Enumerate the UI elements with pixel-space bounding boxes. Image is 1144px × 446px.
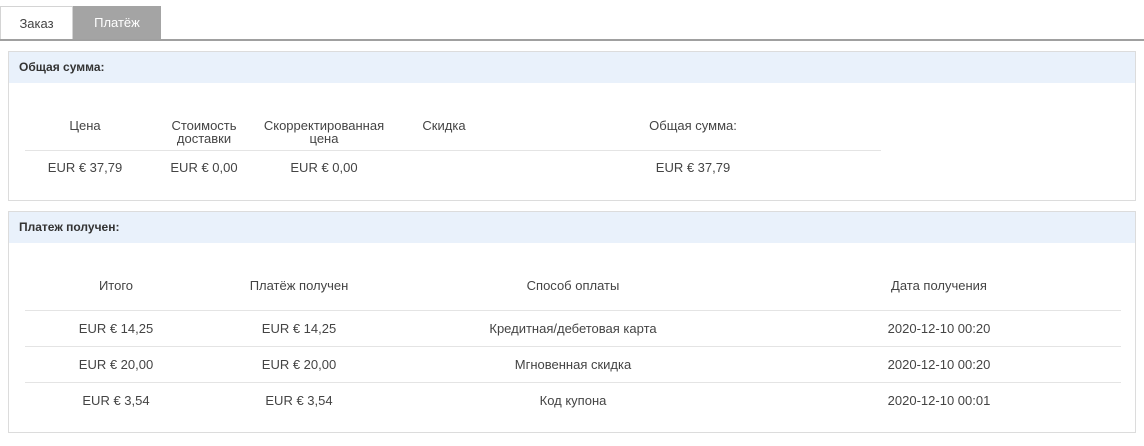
header-subtotal: Итого [98, 278, 134, 293]
row-divider [25, 346, 1121, 347]
cell-payment-received: EUR € 20,00 [261, 357, 337, 372]
row-divider [25, 310, 1121, 311]
row-divider [25, 150, 881, 151]
panel-title: Платеж получен: [9, 212, 1135, 243]
cell-date-received: 2020-12-10 00:20 [887, 321, 991, 336]
payment-received-panel: Платеж получен: Итого Платёж получен Спо… [8, 211, 1136, 433]
header-shipping: Стоимость доставки [171, 118, 237, 146]
header-discount: Скидка [422, 118, 466, 133]
row-divider [25, 382, 1121, 383]
value-shipping: EUR € 0,00 [170, 160, 238, 175]
cell-subtotal: EUR € 3,54 [82, 393, 150, 408]
panel-title: Общая сумма: [9, 52, 1135, 83]
header-date-received: Дата получения [891, 278, 987, 293]
value-adjusted-price: EUR € 0,00 [290, 160, 358, 175]
tab-bar: Заказ Платёж [0, 0, 1144, 41]
cell-subtotal: EUR € 20,00 [78, 357, 154, 372]
cell-payment-method: Кредитная/дебетовая карта [489, 321, 657, 336]
header-payment-method: Способ оплаты [526, 278, 620, 293]
cell-date-received: 2020-12-10 00:01 [887, 393, 991, 408]
value-total: EUR € 37,79 [655, 160, 731, 175]
cell-date-received: 2020-12-10 00:20 [887, 357, 991, 372]
cell-payment-received: EUR € 14,25 [261, 321, 337, 336]
header-payment-received: Платёж получен [249, 278, 349, 293]
cell-payment-method: Код купона [539, 393, 607, 408]
cell-subtotal: EUR € 14,25 [78, 321, 154, 336]
tab-order[interactable]: Заказ [0, 6, 73, 39]
header-adjusted-price: Скорректированная цена [263, 118, 385, 146]
cell-payment-method: Мгновенная скидка [514, 357, 632, 372]
header-price: Цена [69, 118, 101, 133]
total-amount-panel: Общая сумма: Цена Стоимость доставки Ско… [8, 51, 1136, 201]
header-total: Общая сумма: [649, 118, 737, 133]
value-price: EUR € 37,79 [47, 160, 123, 175]
tab-payment[interactable]: Платёж [73, 6, 161, 39]
cell-payment-received: EUR € 3,54 [265, 393, 333, 408]
